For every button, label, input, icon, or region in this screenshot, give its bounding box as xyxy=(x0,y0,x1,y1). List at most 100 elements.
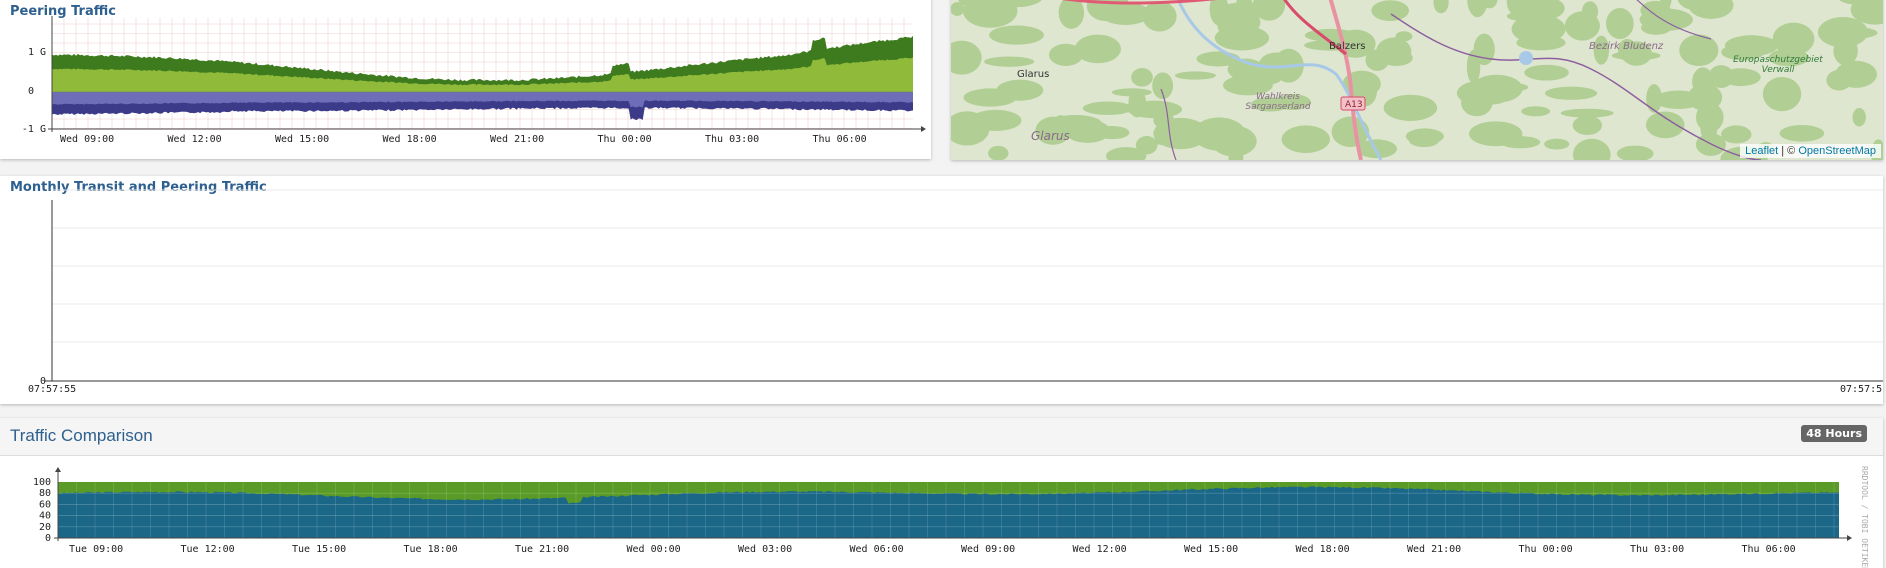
comparison-y-axis-arrow xyxy=(55,467,61,472)
map-forest-patch xyxy=(1762,76,1802,112)
map-forest-patch xyxy=(1772,22,1815,56)
map-forest-patch xyxy=(1679,34,1719,67)
traffic-comparison-panel: Traffic Comparison 48 Hours 100 80 60 40 20 0… xyxy=(0,418,1883,568)
peering-x-label: Thu 06:00 xyxy=(813,134,867,145)
map-forest-patch xyxy=(1499,136,1541,149)
comparison-x-label: Wed 06:00 xyxy=(850,544,904,555)
peering-traffic-chart: 1 G 0 -1 G Wed 09:00 Wed 12:00 Wed 15:00 We… xyxy=(22,16,926,145)
map-forest-patch xyxy=(1064,119,1111,143)
map-label-glarus-region: Glarus xyxy=(1031,129,1070,143)
map-forest-patch xyxy=(1835,60,1877,88)
map-forest-patch xyxy=(1581,1,1599,22)
comparison-y-label: 40 xyxy=(39,511,51,522)
peering-y-label-1g: 1 G xyxy=(28,47,46,58)
comparison-x-label: Tue 21:00 xyxy=(515,544,569,555)
comparison-x-label: Tue 09:00 xyxy=(69,544,123,555)
comparison-x-label: Wed 18:00 xyxy=(1296,544,1350,555)
map-forest-patch xyxy=(996,79,1044,101)
comparison-x-label: Wed 15:00 xyxy=(1184,544,1238,555)
map-forest-patch xyxy=(1779,125,1825,142)
rrdtool-watermark: RRDTOOL / TOBI OETIKER xyxy=(1860,466,1869,568)
map-forest-patch xyxy=(1524,64,1569,81)
peering-x-label: Wed 15:00 xyxy=(275,134,329,145)
comparison-y-label: 60 xyxy=(39,499,51,510)
map-forest-patch xyxy=(1852,107,1866,127)
monthly-x-start: 07:57:55 xyxy=(28,384,76,395)
comparison-x-label: Wed 12:00 xyxy=(1073,544,1127,555)
map-forest-patch xyxy=(1685,42,1701,51)
map-forest-patch xyxy=(1082,101,1133,116)
comparison-x-label: Thu 00:00 xyxy=(1519,544,1573,555)
map-forest-patch xyxy=(1371,0,1410,22)
map-forest-patch xyxy=(1127,100,1183,119)
peering-y-label-neg1g: -1 G xyxy=(22,124,46,135)
comparison-x-label: Tue 18:00 xyxy=(404,544,458,555)
map-forest-patch xyxy=(1153,117,1209,150)
map-forest-patch xyxy=(1817,16,1868,48)
map-forest-patch xyxy=(1721,125,1752,144)
peering-x-axis-arrow xyxy=(921,126,926,132)
peering-x-label: Thu 00:00 xyxy=(598,134,652,145)
peering-y-label-0: 0 xyxy=(28,86,34,97)
map-forest-patch xyxy=(989,25,1044,45)
map-forest-patch xyxy=(1544,86,1598,100)
leaflet-link[interactable]: Leaflet xyxy=(1745,145,1778,157)
map-forest-patch xyxy=(1645,111,1685,139)
map-forest-patch xyxy=(1074,34,1122,64)
peering-x-label: Wed 12:00 xyxy=(168,134,222,145)
map-forest-patch xyxy=(1376,37,1412,66)
map-forest-patch xyxy=(1521,106,1551,117)
comparison-x-label: Wed 21:00 xyxy=(1407,544,1461,555)
map-attribution: Leaflet | © OpenStreetMap xyxy=(1740,144,1881,158)
peering-x-label: Wed 21:00 xyxy=(490,134,544,145)
map-tiles[interactable] xyxy=(951,0,1883,160)
comparison-x-label: Wed 00:00 xyxy=(627,544,681,555)
peering-x-label: Wed 09:00 xyxy=(60,134,114,145)
map-forest-patch xyxy=(1174,71,1216,80)
comparison-x-label: Thu 03:00 xyxy=(1630,544,1684,555)
comparison-x-label: Wed 09:00 xyxy=(961,544,1015,555)
map-forest-patch xyxy=(1695,102,1724,133)
map-label-glarus-town: Glarus xyxy=(1017,69,1050,80)
map-forest-patch xyxy=(1331,116,1370,148)
map-forest-patch xyxy=(1111,88,1152,97)
openstreetmap-link[interactable]: OpenStreetMap xyxy=(1798,145,1876,157)
map-label-wahlkreis: Wahlkreis Sarganserland xyxy=(1245,92,1311,112)
map-forest-patch xyxy=(1217,15,1244,37)
comparison-y-label: 80 xyxy=(39,488,51,499)
map-forest-patch xyxy=(1131,67,1153,87)
map-forest-patch xyxy=(1281,125,1331,154)
attribution-separator: | © xyxy=(1778,145,1799,157)
map-forest-patch xyxy=(1456,80,1506,106)
map-forest-patch xyxy=(1572,115,1603,135)
comparison-x-label: Wed 03:00 xyxy=(738,544,792,555)
peering-traffic-panel: Peering Traffic 1 G 0 -1 G Wed 09:00 Wed … xyxy=(0,0,931,159)
peering-x-label: Thu 03:00 xyxy=(705,134,759,145)
map-lake xyxy=(1519,51,1533,65)
map-forest-patch xyxy=(1606,7,1634,40)
map-forest-patch xyxy=(1544,138,1570,150)
peering-x-label: Wed 18:00 xyxy=(383,134,437,145)
map-label-europaschutz: Europaschutzgebiet Verwall xyxy=(1733,55,1823,75)
map-forest-patch xyxy=(1516,34,1566,51)
monthly-traffic-panel: Monthly Transit and Peering Traffic 0 07… xyxy=(0,176,1883,404)
map-panel[interactable]: Glarus Glarus Balzers Wahlkreis Sarganse… xyxy=(951,0,1883,160)
map-label-a13: A13 xyxy=(1345,100,1363,110)
comparison-y-label: 0 xyxy=(45,533,51,544)
map-forest-patch xyxy=(1640,0,1671,21)
comparison-x-label: Tue 15:00 xyxy=(292,544,346,555)
comparison-x-axis-arrow xyxy=(1847,535,1852,541)
monthly-traffic-chart: 0 07:57:55 07:57:5 xyxy=(28,189,1883,395)
monthly-x-end: 07:57:5 xyxy=(1840,384,1882,395)
comparison-x-label: Thu 06:00 xyxy=(1742,544,1796,555)
map-forest-patch xyxy=(1100,2,1151,26)
map-forest-patch xyxy=(984,56,1035,67)
comparison-y-label: 100 xyxy=(33,477,51,488)
comparison-y-label: 20 xyxy=(39,522,51,533)
map-label-bludenz: Bezirk Bludenz xyxy=(1589,41,1664,52)
map-forest-patch xyxy=(1646,84,1662,113)
comparison-x-label: Tue 12:00 xyxy=(181,544,235,555)
map-forest-patch xyxy=(1405,128,1444,145)
map-forest-patch xyxy=(1383,94,1438,121)
traffic-comparison-chart: 100806040200 Tue 09:00 Tue 12:00 Tue 15:00… xyxy=(33,466,1869,568)
